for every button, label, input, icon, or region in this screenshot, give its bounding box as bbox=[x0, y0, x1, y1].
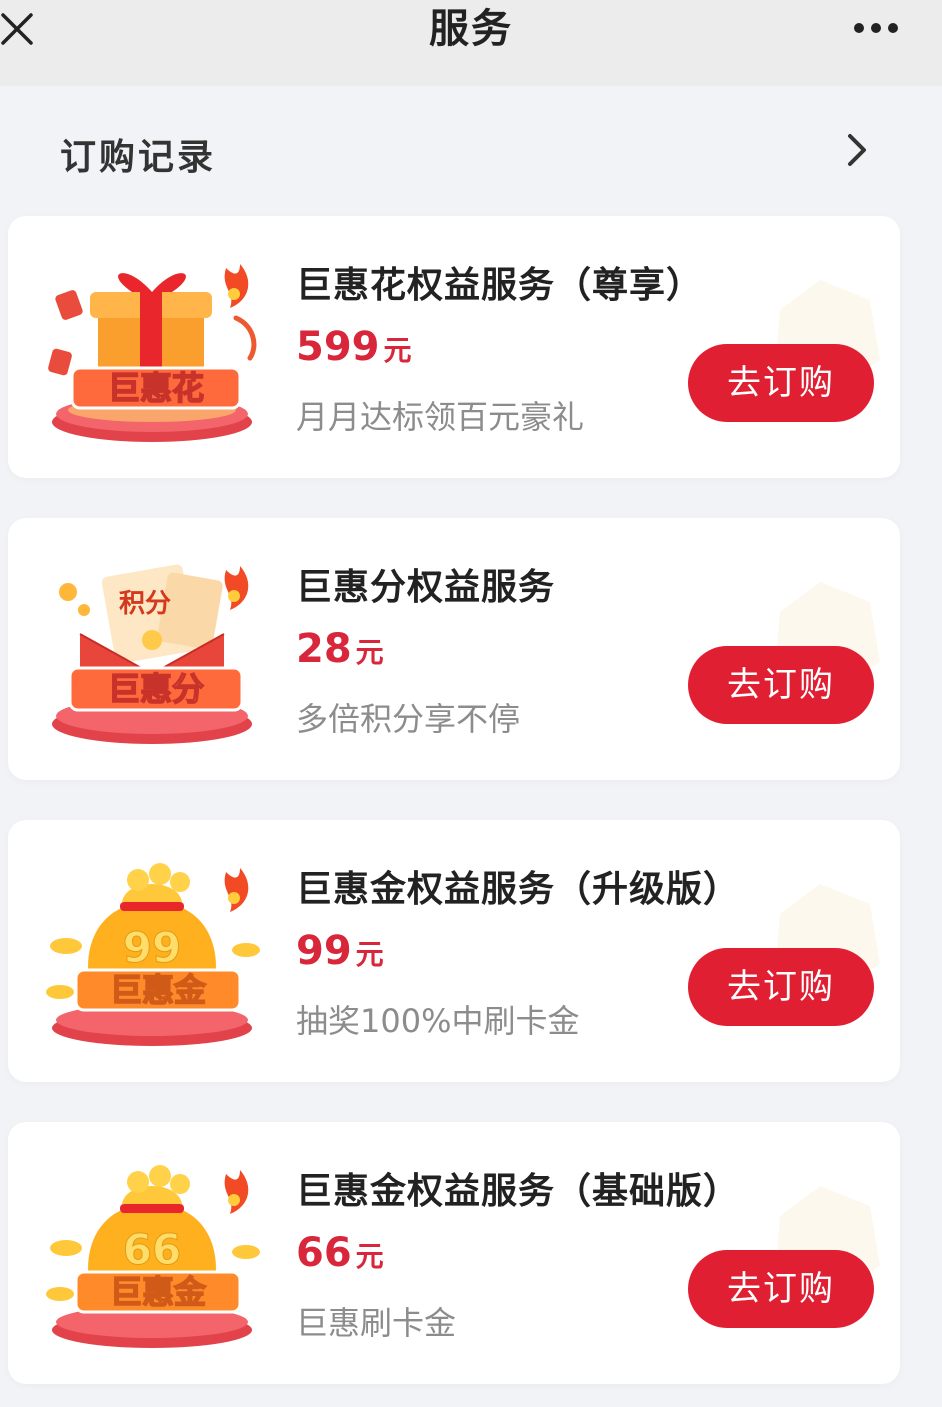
order-button[interactable]: 去订购 bbox=[688, 646, 874, 724]
order-button[interactable]: 去订购 bbox=[688, 1250, 874, 1328]
gift-box-icon: 巨惠花 bbox=[48, 264, 257, 442]
order-button[interactable]: 去订购 bbox=[688, 948, 874, 1026]
order-button[interactable]: 去订购 bbox=[688, 344, 874, 422]
badge-text: 巨惠金 bbox=[110, 971, 207, 1009]
badge-text: 巨惠金 bbox=[110, 1273, 207, 1311]
price-value: 599 bbox=[296, 324, 380, 370]
order-records-row[interactable]: 订购记录 bbox=[0, 100, 942, 200]
badge-text: 巨惠分 bbox=[108, 670, 204, 708]
price-unit: 元 bbox=[383, 334, 412, 367]
service-title: 巨惠花权益服务（尊享） bbox=[296, 265, 704, 306]
service-price: 28 元 bbox=[296, 626, 384, 672]
badge-text: 巨惠花 bbox=[108, 369, 204, 407]
price-value: 28 bbox=[296, 626, 352, 672]
badge-subtext: 99 bbox=[123, 923, 181, 972]
top-bar: 服务 bbox=[0, 0, 942, 86]
service-card-juhuijin-upgrade: 99 巨惠金 巨惠金权益服务（升级版） 99 元 抽奖100%中刷卡金 去订购 bbox=[8, 820, 900, 1082]
price-value: 99 bbox=[296, 928, 352, 974]
more-icon bbox=[854, 23, 898, 33]
service-card-juhuijin-basic: 66 巨惠金 巨惠金权益服务（基础版） 66 元 巨惠刷卡金 去订购 bbox=[8, 1122, 900, 1384]
service-price: 66 元 bbox=[296, 1230, 384, 1276]
service-description: 抽奖100%中刷卡金 bbox=[296, 1002, 580, 1040]
price-unit: 元 bbox=[355, 636, 384, 669]
gold-bag-icon: 99 巨惠金 bbox=[46, 863, 260, 1046]
service-description: 巨惠刷卡金 bbox=[296, 1304, 457, 1342]
service-card-juhuifen: 积分 巨惠分 巨惠分权益服务 28 元 多倍积分享不停 去订购 bbox=[8, 518, 900, 780]
badge-subtext: 66 bbox=[123, 1225, 181, 1274]
order-records-label: 订购记录 bbox=[60, 137, 217, 178]
price-unit: 元 bbox=[355, 938, 384, 971]
service-price: 99 元 bbox=[296, 928, 384, 974]
price-value: 66 bbox=[296, 1230, 352, 1276]
service-price: 599 元 bbox=[296, 324, 412, 370]
service-title: 巨惠分权益服务 bbox=[296, 567, 556, 608]
service-description: 多倍积分享不停 bbox=[296, 700, 521, 738]
badge-subtext: 积分 bbox=[119, 589, 171, 619]
service-title: 巨惠金权益服务（基础版） bbox=[296, 1171, 741, 1212]
service-title: 巨惠金权益服务（升级版） bbox=[296, 869, 741, 910]
more-button[interactable] bbox=[852, 10, 902, 46]
chevron-right-icon bbox=[848, 134, 866, 166]
price-unit: 元 bbox=[355, 1240, 384, 1273]
service-description: 月月达标领百元豪礼 bbox=[296, 398, 585, 436]
gold-bag-icon: 66 巨惠金 bbox=[46, 1165, 260, 1348]
service-card-juhuihua: 巨惠花 巨惠花权益服务（尊享） 599 元 月月达标领百元豪礼 去订购 bbox=[8, 216, 900, 478]
points-envelope-icon: 积分 巨惠分 bbox=[52, 564, 252, 744]
page-title: 服务 bbox=[429, 6, 513, 52]
